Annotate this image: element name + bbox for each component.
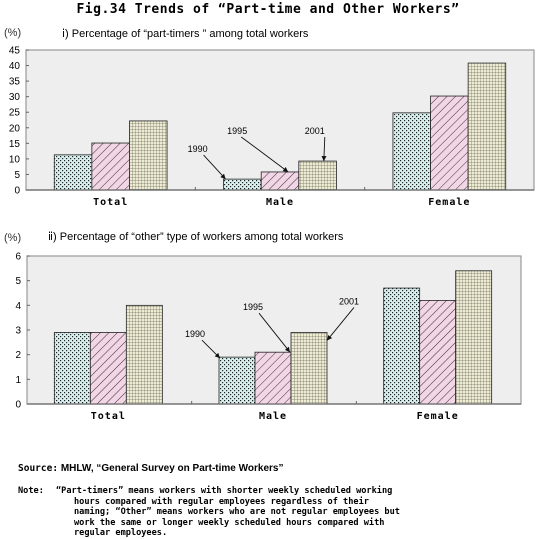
annotation-label: 1995 <box>243 302 263 312</box>
bar-female-1995 <box>419 299 457 405</box>
note-line: hours compared with regular employees re… <box>74 496 369 507</box>
category-label: Total <box>91 411 126 422</box>
y-tick-label: 6 <box>15 252 21 263</box>
y-tick-label: 1 <box>15 375 21 386</box>
source-text: MHLW, “General Survey on Part-time Worke… <box>60 463 284 474</box>
y-tick-label: 0 <box>15 400 21 411</box>
bar-total-1990 <box>53 332 91 405</box>
source-line: Source: MHLW, “General Survey on Part-ti… <box>18 463 283 474</box>
note-line: “Part-timers” means workers with shorter… <box>56 486 393 496</box>
y-tick-label: 5 <box>15 276 21 287</box>
category-label: Female <box>417 411 459 422</box>
y-tick-label: 4 <box>15 301 21 312</box>
note-block: Note: “Part-timers” means workers with s… <box>18 486 533 539</box>
note-line: work the same or longer weekly scheduled… <box>74 517 385 528</box>
chart-other-workers: 0 1 2 3 4 5 6 Total Male Female 1990 1995 2001 <box>15 252 522 422</box>
bar-female-2001 <box>455 270 493 405</box>
bar-male-2001 <box>290 332 328 405</box>
y-tick-label: 3 <box>15 326 21 337</box>
note-line: regular employees. <box>74 528 168 539</box>
bar-male-1990 <box>218 356 256 405</box>
source-label: Source: <box>18 463 59 474</box>
note-label: Note: <box>18 486 44 496</box>
y-tick-label: 2 <box>15 350 21 361</box>
category-label: Male <box>259 411 287 422</box>
note-line: naming; “Other” means workers who are no… <box>74 507 400 518</box>
bar-female-1990 <box>383 287 421 405</box>
bar-male-1995 <box>254 351 292 405</box>
annotation-label: 2001 <box>339 296 359 306</box>
bar-total-2001 <box>125 304 163 405</box>
bar-total-1995 <box>89 332 127 405</box>
annotation-label: 1990 <box>185 329 205 339</box>
